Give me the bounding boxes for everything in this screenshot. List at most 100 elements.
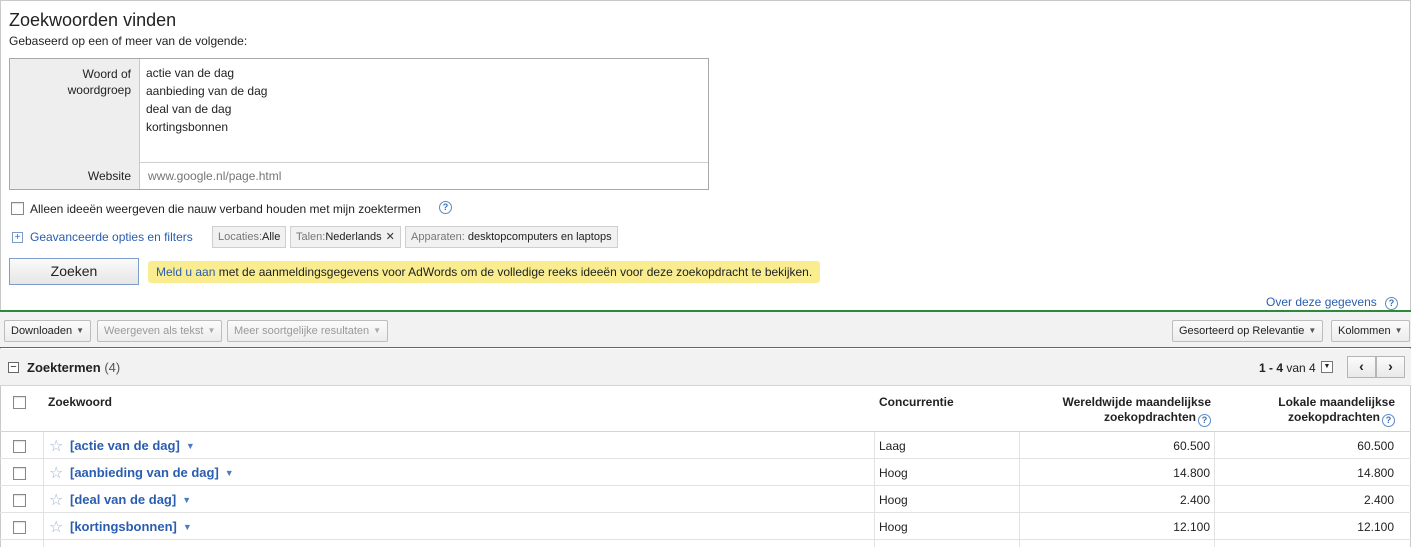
help-icon[interactable]: ? <box>1198 414 1211 427</box>
input-label-column: Woord of woordgroep Website <box>10 59 140 189</box>
row-checkbox[interactable] <box>13 521 26 534</box>
keyword-line: aanbieding van de dag <box>146 84 268 98</box>
help-icon[interactable]: ? <box>1382 414 1395 427</box>
star-outline-icon[interactable]: ☆ <box>49 490 63 510</box>
global-header-line1: Wereldwijde maandelijkse <box>1062 395 1211 409</box>
about-data: Over deze gegevens ? <box>1266 295 1398 310</box>
keyword-link[interactable]: [aanbieding van de dag] ▼ <box>70 465 234 480</box>
star-outline-icon[interactable]: ☆ <box>49 463 63 483</box>
star-outline-icon[interactable]: ☆ <box>49 517 63 537</box>
global-searches-value: 60.500 <box>1173 439 1210 453</box>
select-all-checkbox[interactable] <box>13 396 26 409</box>
global-header-line2: zoekopdrachten <box>1103 410 1196 424</box>
star-outline-icon[interactable]: ☆ <box>49 436 63 456</box>
chip-value: Nederlands <box>325 231 382 243</box>
global-searches-value: 2.400 <box>1179 493 1210 507</box>
plus-box-icon[interactable]: + <box>12 232 23 243</box>
row-checkbox[interactable] <box>13 494 26 507</box>
website-input[interactable] <box>148 169 688 183</box>
keyword-link[interactable]: [deal van de dag] ▼ <box>70 492 191 507</box>
global-searches-value: 12.100 <box>1173 520 1210 534</box>
keyword-link[interactable]: [kortingsbonnen] ▼ <box>70 519 192 534</box>
keyword-text: [aanbieding van de dag] <box>70 465 219 480</box>
keyword-text: [deal van de dag] <box>70 492 177 507</box>
global-searches-value: 14.800 <box>1173 466 1210 480</box>
help-icon[interactable]: ? <box>1385 297 1398 310</box>
close-icon[interactable]: ✕ <box>386 231 395 243</box>
filter-chip-locations[interactable]: Locaties:Alle <box>212 226 287 248</box>
prev-page-button[interactable]: ‹ <box>1347 356 1376 378</box>
sort-button[interactable]: Gesorteerd op Relevantie ▼ <box>1172 320 1324 342</box>
caret-down-icon[interactable]: ▼ <box>182 495 191 505</box>
table-header: Zoekwoord Concurrentie Wereldwijde maand… <box>0 387 1411 432</box>
pager-dropdown[interactable]: ▼ <box>1321 361 1333 373</box>
sign-in-notice: Meld u aan met de aanmeldingsgegevens vo… <box>148 261 821 283</box>
competition-value: Hoog <box>879 520 908 534</box>
about-data-link[interactable]: Over deze gegevens <box>1266 295 1377 309</box>
columns-button[interactable]: Kolommen ▼ <box>1331 320 1410 342</box>
advanced-options-link[interactable]: Geavanceerde opties en filters <box>30 230 193 244</box>
keyword-input-box: Woord of woordgroep Website actie van de… <box>9 58 709 190</box>
local-searches-value: 12.100 <box>1357 520 1394 534</box>
caret-down-icon[interactable]: ▼ <box>183 522 192 532</box>
download-label: Downloaden <box>11 325 73 337</box>
section-title: Zoektermen (4) <box>27 360 120 375</box>
table-row: ☆ [deal van de dag] ▼ Hoog 2.400 2.400 <box>0 486 1411 513</box>
table-row: ☆ [aanbieding van de dag] ▼ Hoog 14.800 1… <box>0 459 1411 486</box>
keywords-textarea[interactable]: actie van de dag aanbieding van de dag d… <box>146 64 267 136</box>
keyword-text: [actie van de dag] <box>70 438 180 453</box>
local-searches-value: 14.800 <box>1357 466 1394 480</box>
pager-info: 1 - 4 van 4 <box>1259 361 1316 375</box>
section-title-text: Zoektermen <box>27 360 101 375</box>
page-subtitle: Gebaseerd op een of meer van de volgende… <box>9 34 248 48</box>
chevron-left-icon: ‹ <box>1359 358 1364 374</box>
caret-down-icon: ▼ <box>76 326 85 335</box>
related-only-checkbox[interactable] <box>11 202 24 215</box>
keyword-link[interactable]: [actie van de dag] ▼ <box>70 438 195 453</box>
minus-box-icon[interactable]: − <box>8 362 19 373</box>
view-as-text-label: Weergeven als tekst <box>104 325 204 337</box>
column-header-keyword[interactable]: Zoekwoord <box>48 395 112 410</box>
chevron-right-icon: › <box>1388 358 1393 374</box>
competition-value: Laag <box>879 439 906 453</box>
keyword-text: [kortingsbonnen] <box>70 519 177 534</box>
chip-key: Apparaten: <box>411 231 465 243</box>
chip-value: desktopcomputers en laptops <box>467 231 612 243</box>
related-only-label: Alleen ideeën weergeven die nauw verband… <box>30 202 421 216</box>
sign-in-link[interactable]: Meld u aan <box>156 265 215 279</box>
local-searches-value: 60.500 <box>1357 439 1394 453</box>
column-header-local-searches[interactable]: Lokale maandelijkse zoekopdrachten? <box>1216 395 1395 427</box>
caret-down-icon[interactable]: ▼ <box>225 468 234 478</box>
caret-down-icon[interactable]: ▼ <box>186 441 195 451</box>
download-button[interactable]: Downloaden ▼ <box>4 320 92 342</box>
keyword-line: kortingsbonnen <box>146 120 229 134</box>
caret-down-icon: ▼ <box>1394 326 1403 335</box>
caret-down-icon: ▼ <box>373 326 382 335</box>
column-header-competition[interactable]: Concurrentie <box>879 395 954 410</box>
website-row <box>140 162 708 189</box>
results-toolbar: Downloaden ▼ Weergeven als tekst ▼ Meer so… <box>0 310 1411 348</box>
section-count: (4) <box>104 360 121 375</box>
row-checkbox[interactable] <box>13 440 26 453</box>
help-icon[interactable]: ? <box>439 201 452 214</box>
website-label: Website <box>87 169 131 183</box>
pager-range: 1 - 4 <box>1259 361 1284 375</box>
caret-down-icon: ▼ <box>207 326 216 335</box>
more-similar-button[interactable]: Meer soortgelijke resultaten ▼ <box>227 320 389 342</box>
keyword-line: actie van de dag <box>146 66 235 80</box>
pager-total: van 4 <box>1286 361 1316 375</box>
local-header-line1: Lokale maandelijkse <box>1278 395 1395 409</box>
filter-chip-languages[interactable]: Talen:Nederlands ✕ <box>290 226 401 248</box>
view-as-text-button[interactable]: Weergeven als tekst ▼ <box>97 320 223 342</box>
page-title: Zoekwoorden vinden <box>9 10 177 30</box>
next-page-button[interactable]: › <box>1376 356 1405 378</box>
keyword-label: Woord of woordgroep <box>67 67 131 97</box>
search-button[interactable]: Zoeken <box>9 258 139 285</box>
competition-value: Hoog <box>879 466 908 480</box>
chip-key: Talen: <box>296 231 326 243</box>
columns-label: Kolommen <box>1338 325 1391 337</box>
column-header-global-searches[interactable]: Wereldwijde maandelijkse zoekopdrachten? <box>1020 395 1211 427</box>
filter-chip-devices[interactable]: Apparaten: desktopcomputers en laptops <box>405 226 618 248</box>
caret-down-icon: ▼ <box>1308 326 1317 335</box>
row-checkbox[interactable] <box>13 467 26 480</box>
